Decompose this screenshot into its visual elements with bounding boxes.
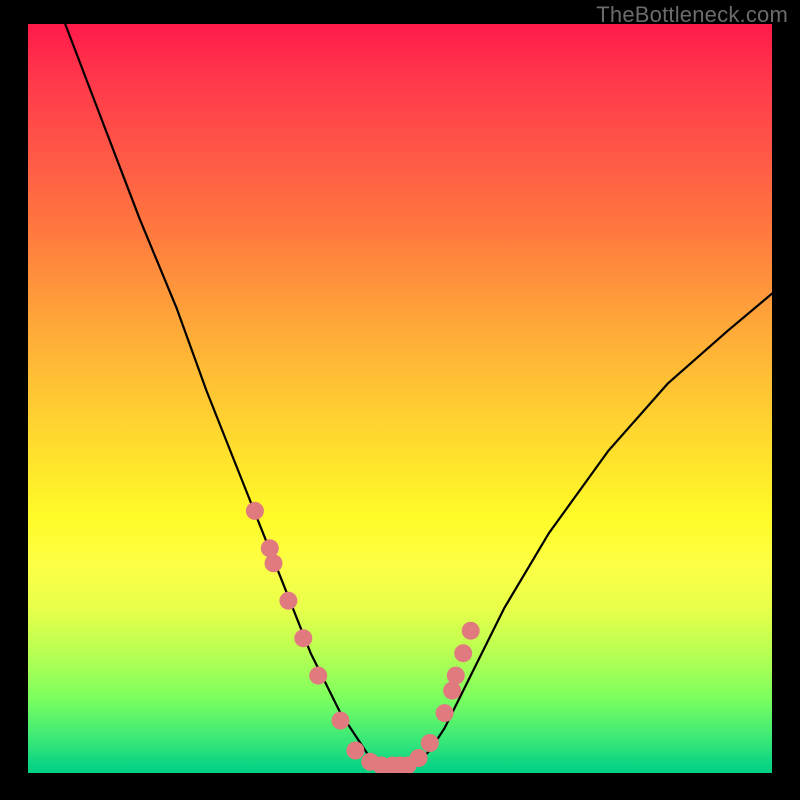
data-point <box>454 644 472 662</box>
data-point <box>265 554 283 572</box>
data-point <box>462 622 480 640</box>
chart-svg <box>28 24 772 773</box>
chart-frame: TheBottleneck.com <box>0 0 800 800</box>
data-point <box>410 749 428 767</box>
data-point <box>261 539 279 557</box>
data-point <box>447 667 465 685</box>
plot-area <box>28 24 772 773</box>
data-point <box>436 704 454 722</box>
data-point <box>332 712 350 730</box>
data-point <box>443 682 461 700</box>
bottleneck-curve <box>65 24 772 769</box>
data-point <box>421 734 439 752</box>
data-point <box>309 667 327 685</box>
data-point <box>246 502 264 520</box>
data-point <box>279 592 297 610</box>
data-point <box>346 742 364 760</box>
marker-group <box>246 502 480 773</box>
data-point <box>294 629 312 647</box>
